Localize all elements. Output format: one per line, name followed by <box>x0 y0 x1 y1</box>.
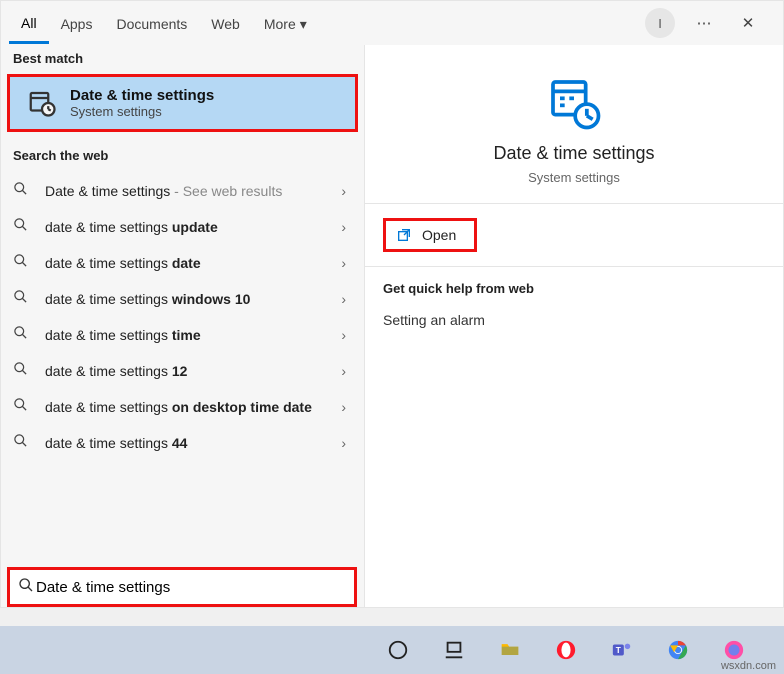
tab-apps[interactable]: Apps <box>49 4 105 42</box>
tab-more[interactable]: More▾ <box>252 4 319 43</box>
web-result-6[interactable]: date & time settings on desktop time dat… <box>1 389 364 425</box>
chevron-right-icon: › <box>341 183 352 199</box>
avatar[interactable]: I <box>645 8 675 38</box>
close-icon[interactable]: ✕ <box>733 8 763 38</box>
search-icon <box>13 181 31 201</box>
web-result-text: date & time settings on desktop time dat… <box>45 399 327 415</box>
file-explorer-icon[interactable] <box>496 636 524 664</box>
open-label: Open <box>422 227 456 243</box>
web-result-text: date & time settings windows 10 <box>45 291 327 307</box>
web-result-3[interactable]: date & time settings windows 10 › <box>1 281 364 317</box>
web-result-1[interactable]: date & time settings update › <box>1 209 364 245</box>
detail-title: Date & time settings <box>365 143 783 164</box>
chevron-right-icon: › <box>341 435 352 451</box>
web-result-text: date & time settings 12 <box>45 363 327 379</box>
calendar-clock-icon <box>26 87 58 119</box>
search-icon <box>13 397 31 417</box>
task-view-icon[interactable] <box>440 636 468 664</box>
search-icon <box>13 289 31 309</box>
search-input[interactable] <box>36 579 346 596</box>
best-match-title: Date & time settings <box>70 87 214 104</box>
tabs-bar: All Apps Documents Web More▾ I ⋯ ✕ <box>1 1 783 45</box>
web-result-text: date & time settings time <box>45 327 327 343</box>
detail-subtitle: System settings <box>365 170 783 185</box>
detail-pane: Date & time settings System settings Ope… <box>364 45 783 607</box>
help-label: Get quick help from web <box>365 267 783 306</box>
chevron-right-icon: › <box>341 363 352 379</box>
help-item-0[interactable]: Setting an alarm <box>365 306 783 334</box>
search-icon <box>18 577 36 598</box>
search-icon <box>13 253 31 273</box>
web-result-2[interactable]: date & time settings date › <box>1 245 364 281</box>
web-result-5[interactable]: date & time settings 12 › <box>1 353 364 389</box>
chevron-down-icon: ▾ <box>300 16 307 33</box>
more-icon[interactable]: ⋯ <box>689 8 719 38</box>
web-result-text: date & time settings update <box>45 219 327 235</box>
tab-documents[interactable]: Documents <box>104 4 199 42</box>
calendar-clock-icon <box>365 75 783 131</box>
web-result-4[interactable]: date & time settings time › <box>1 317 364 353</box>
opera-icon[interactable] <box>552 636 580 664</box>
chevron-right-icon: › <box>341 399 352 415</box>
open-button[interactable]: Open <box>383 218 477 252</box>
svg-text:T: T <box>616 646 621 655</box>
chevron-right-icon: › <box>341 219 352 235</box>
search-icon <box>13 361 31 381</box>
chevron-right-icon: › <box>341 255 352 271</box>
chevron-right-icon: › <box>341 291 352 307</box>
web-result-text: date & time settings date <box>45 255 327 271</box>
search-icon <box>13 325 31 345</box>
tab-all[interactable]: All <box>9 3 49 44</box>
chevron-right-icon: › <box>341 327 352 343</box>
search-box[interactable] <box>7 567 357 607</box>
web-results-list: Date & time settings - See web results›d… <box>1 169 364 465</box>
search-icon <box>13 217 31 237</box>
chrome-icon[interactable] <box>664 636 692 664</box>
web-section-label: Search the web <box>1 134 364 169</box>
web-result-text: Date & time settings - See web results <box>45 183 327 199</box>
tab-web[interactable]: Web <box>199 4 252 42</box>
web-result-0[interactable]: Date & time settings - See web results › <box>1 173 364 209</box>
web-result-text: date & time settings 44 <box>45 435 327 451</box>
best-match-label: Best match <box>1 45 364 72</box>
watermark: wsxdn.com <box>721 660 776 672</box>
teams-icon[interactable]: T <box>608 636 636 664</box>
results-column: Best match Date & time settings System s… <box>1 45 364 607</box>
best-match-result[interactable]: Date & time settings System settings <box>7 74 358 132</box>
taskbar: T <box>0 626 784 674</box>
cortana-icon[interactable] <box>384 636 412 664</box>
best-match-subtitle: System settings <box>70 104 214 119</box>
web-result-7[interactable]: date & time settings 44 › <box>1 425 364 461</box>
search-icon <box>13 433 31 453</box>
